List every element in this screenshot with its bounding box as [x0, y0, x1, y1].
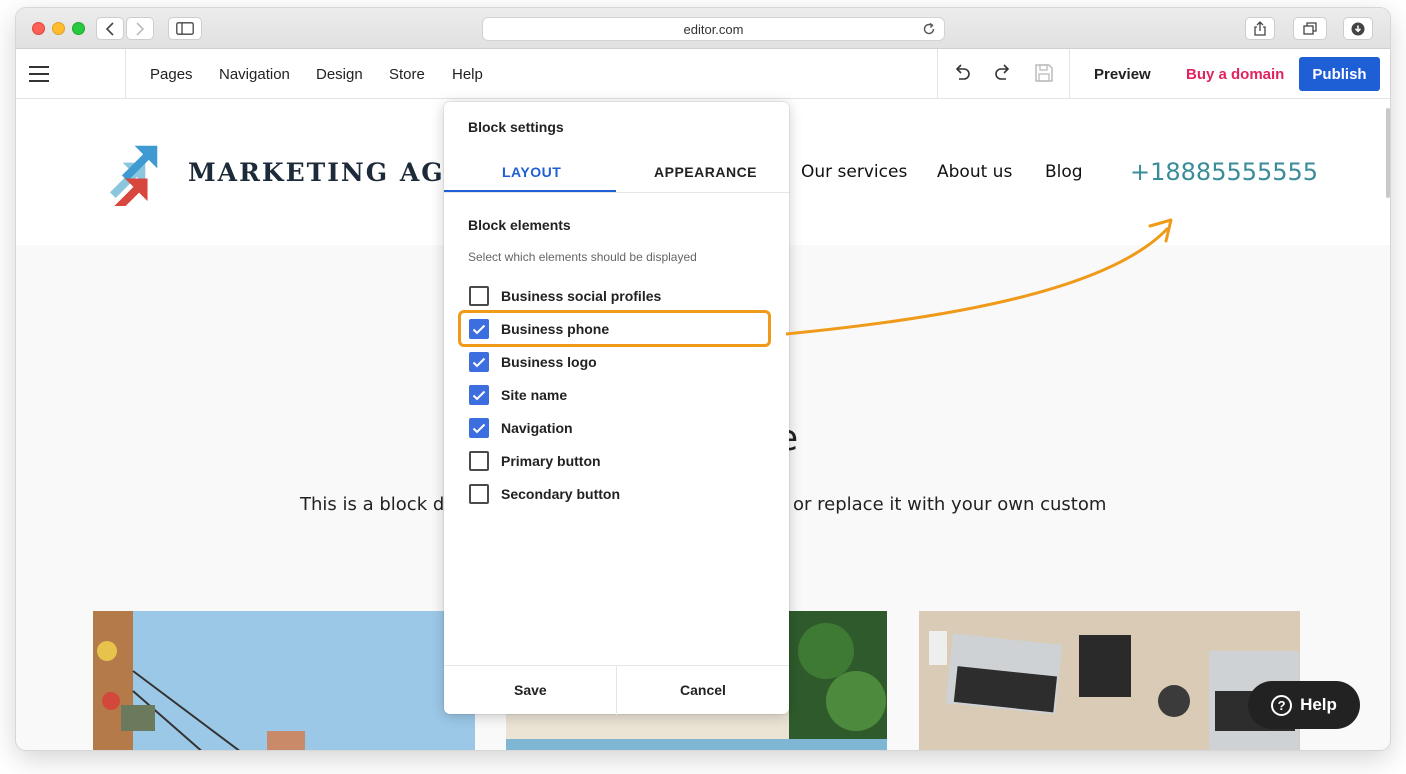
- menu-store[interactable]: Store: [389, 66, 425, 83]
- section-subtitle: Select which elements should be displaye…: [468, 250, 697, 264]
- minimize-window-button[interactable]: [52, 22, 65, 35]
- option-label: Business logo: [501, 354, 597, 370]
- checkbox[interactable]: [469, 484, 489, 504]
- tabs-button[interactable]: [1293, 17, 1327, 40]
- image-carnival-ride: [93, 611, 475, 750]
- block-settings-panel: Block settings LAYOUT APPEARANCE Block e…: [444, 102, 789, 715]
- browser-titlebar: editor.com: [16, 8, 1390, 49]
- checkbox[interactable]: [469, 286, 489, 306]
- site-name: MARKETING AGE: [188, 158, 466, 187]
- tab-appearance[interactable]: APPEARANCE: [654, 164, 757, 180]
- site-nav-services[interactable]: Our services: [801, 162, 907, 182]
- option-secondary-button[interactable]: Secondary button: [469, 484, 620, 504]
- reload-icon[interactable]: [922, 22, 936, 36]
- sidebar-toggle-button[interactable]: [168, 17, 202, 40]
- forward-button[interactable]: [126, 17, 154, 40]
- option-label: Secondary button: [501, 486, 621, 502]
- download-icon: [1351, 22, 1365, 35]
- help-label: Help: [1300, 695, 1337, 714]
- menu-design[interactable]: Design: [316, 66, 363, 83]
- save-button[interactable]: Save: [514, 682, 547, 698]
- checkmark-icon: [472, 324, 486, 334]
- option-label: Primary button: [501, 453, 601, 469]
- question-icon: ?: [1271, 694, 1293, 716]
- menu-pages[interactable]: Pages: [150, 66, 193, 83]
- site-nav-about[interactable]: About us: [937, 162, 1012, 182]
- option-primary-button[interactable]: Primary button: [469, 451, 601, 471]
- option-label: Site name: [501, 387, 568, 403]
- redo-icon[interactable]: [994, 63, 1012, 83]
- buy-domain-button[interactable]: Buy a domain: [1186, 66, 1284, 83]
- save-icon[interactable]: [1034, 63, 1054, 83]
- menu-help[interactable]: Help: [452, 66, 483, 83]
- panel-footer: Save Cancel: [444, 665, 789, 715]
- hero-text-left: This is a block de: [300, 494, 456, 515]
- business-phone[interactable]: +18885555555: [1130, 158, 1318, 186]
- option-navigation[interactable]: Navigation: [469, 418, 573, 438]
- menu-icon[interactable]: [29, 66, 49, 82]
- section-title: Block elements: [468, 217, 571, 233]
- option-business-logo[interactable]: Business logo: [469, 352, 597, 372]
- url-text: editor.com: [683, 21, 744, 37]
- checkbox-checked[interactable]: [469, 385, 489, 405]
- checkbox[interactable]: [469, 451, 489, 471]
- undo-icon[interactable]: [953, 63, 971, 83]
- hero-text-right: or replace it with your own custom: [793, 494, 1107, 515]
- panel-title: Block settings: [468, 119, 564, 135]
- preview-button[interactable]: Preview: [1094, 66, 1151, 83]
- checkmark-icon: [472, 357, 486, 367]
- option-label: Business social profiles: [501, 288, 662, 304]
- back-button[interactable]: [96, 17, 124, 40]
- checkmark-icon: [472, 390, 486, 400]
- business-logo: [109, 145, 158, 206]
- chevron-right-icon: [136, 21, 145, 36]
- checkbox-checked[interactable]: [469, 418, 489, 438]
- sidebar-icon: [176, 22, 194, 35]
- checkbox-checked[interactable]: [469, 319, 489, 339]
- share-icon: [1254, 21, 1266, 36]
- help-button[interactable]: ? Help: [1248, 681, 1360, 729]
- address-bar[interactable]: editor.com: [482, 17, 945, 41]
- tabs-icon: [1303, 22, 1317, 35]
- menu-navigation[interactable]: Navigation: [219, 66, 290, 83]
- chevron-left-icon: [105, 21, 114, 36]
- downloads-button[interactable]: [1343, 17, 1373, 40]
- checkbox-checked[interactable]: [469, 352, 489, 372]
- editor-toolbar: Pages Navigation Design Store Help Previ…: [16, 49, 1390, 99]
- option-business-social-profiles[interactable]: Business social profiles: [469, 286, 661, 306]
- option-label: Navigation: [501, 420, 573, 436]
- share-button[interactable]: [1245, 17, 1275, 40]
- option-business-phone[interactable]: Business phone: [469, 319, 609, 339]
- site-nav-blog[interactable]: Blog: [1045, 162, 1083, 182]
- cancel-button[interactable]: Cancel: [680, 682, 726, 698]
- option-site-name[interactable]: Site name: [469, 385, 567, 405]
- checkmark-icon: [472, 423, 486, 433]
- option-label: Business phone: [501, 321, 610, 337]
- publish-button[interactable]: Publish: [1299, 57, 1380, 91]
- image-laptops-desk: [919, 611, 1300, 750]
- page-scrollbar[interactable]: [1386, 108, 1390, 198]
- tab-layout[interactable]: LAYOUT: [502, 164, 561, 180]
- zoom-window-button[interactable]: [72, 22, 85, 35]
- close-window-button[interactable]: [32, 22, 45, 35]
